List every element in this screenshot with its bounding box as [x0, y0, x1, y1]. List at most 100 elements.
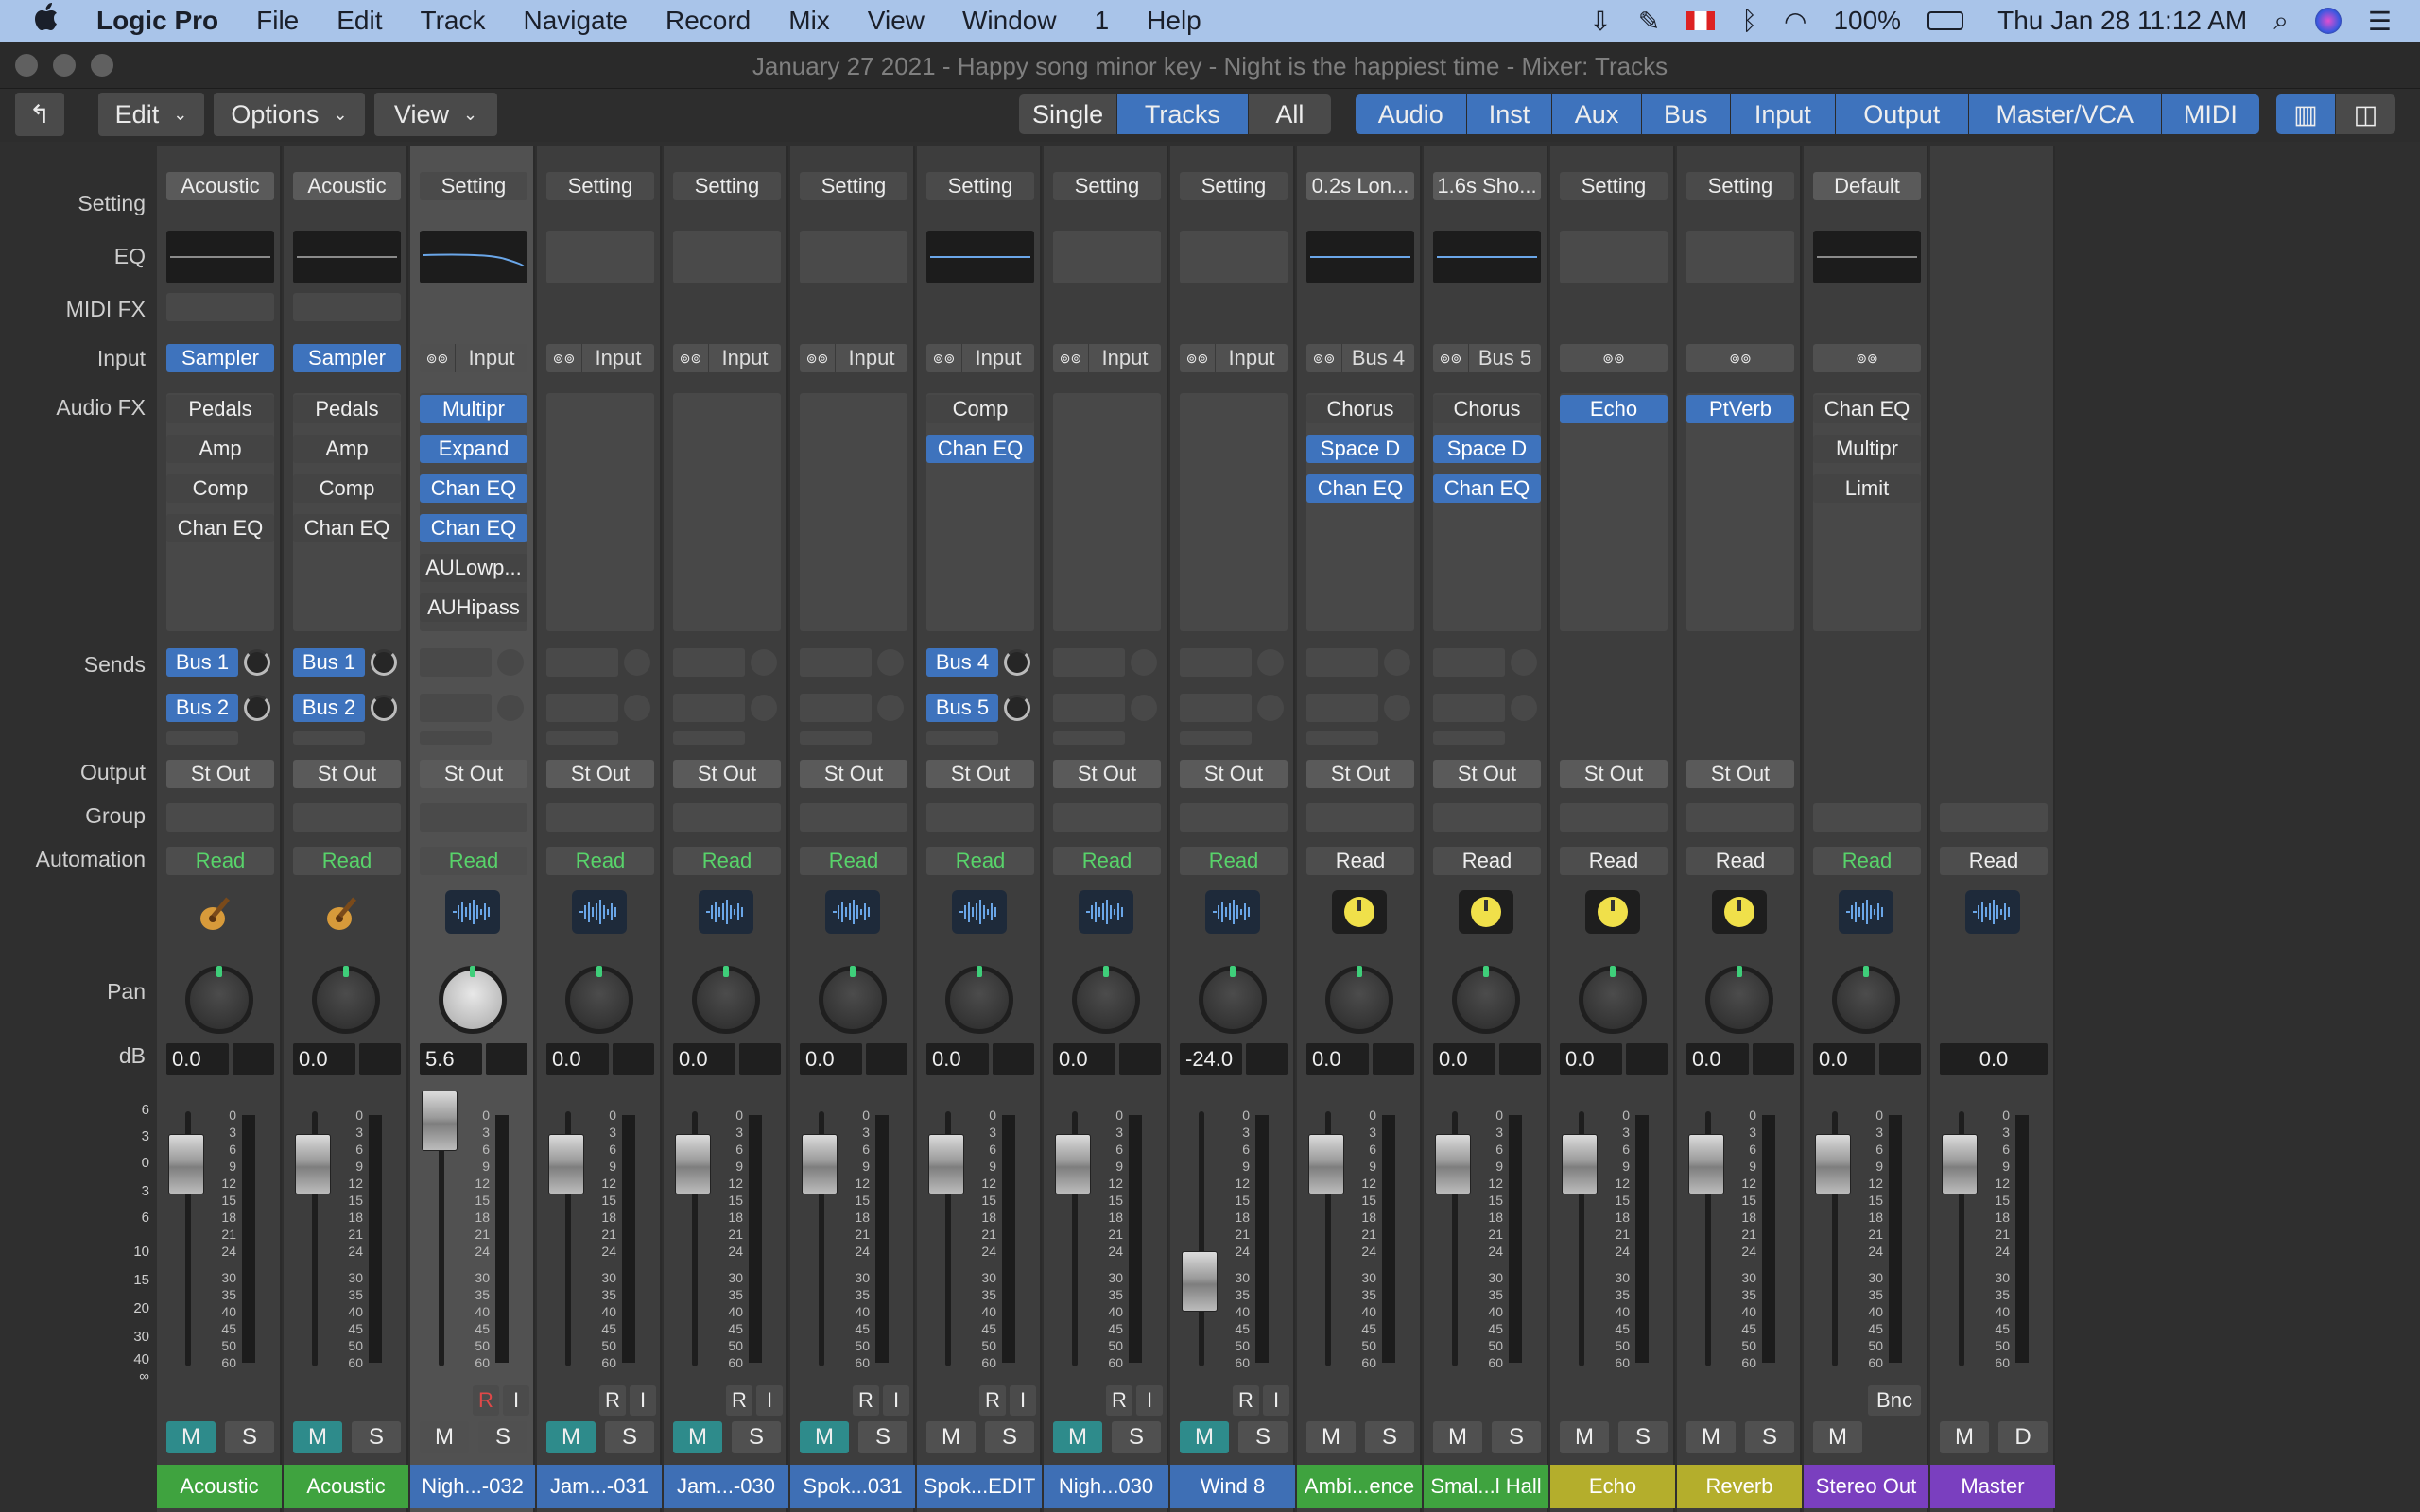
- midi-fx-slot[interactable]: [166, 293, 274, 321]
- setting-button[interactable]: 0.2s Lon...: [1306, 172, 1414, 200]
- channel-strip[interactable]: Setting ⊚⊚ PtVerb St Out Read 0.0 0 3 6 9 12 15 18 21…: [1677, 146, 1802, 1512]
- type-filter-input[interactable]: Input: [1730, 94, 1836, 134]
- channel-strip[interactable]: Setting ⊚⊚ Input Comp Chan EQ Bus 4 Bus 5 St Ou…: [917, 146, 1042, 1512]
- group-slot[interactable]: [546, 803, 654, 832]
- output-slot[interactable]: St Out: [1180, 760, 1288, 788]
- mute-button[interactable]: M: [546, 1421, 596, 1453]
- send-slot[interactable]: Bus 5: [926, 694, 998, 722]
- send-slot[interactable]: [1180, 648, 1252, 677]
- stereo-link-icon[interactable]: ⊚⊚: [1180, 344, 1216, 372]
- mute-button[interactable]: M: [1813, 1421, 1862, 1453]
- eq-display[interactable]: [293, 231, 401, 284]
- setting-button[interactable]: Setting: [673, 172, 781, 200]
- stereo-link-icon[interactable]: ⊚⊚: [800, 344, 836, 372]
- setting-button[interactable]: Setting: [1560, 172, 1668, 200]
- edit-menu-button[interactable]: Edit ⌄: [98, 93, 204, 136]
- send-slot[interactable]: [1306, 648, 1378, 677]
- track-name[interactable]: Jam...-031: [537, 1465, 662, 1508]
- volume-fader[interactable]: [168, 1134, 204, 1194]
- volume-readout[interactable]: 0.0: [1940, 1043, 2048, 1075]
- send-slot[interactable]: [1433, 694, 1505, 722]
- output-slot[interactable]: St Out: [1306, 760, 1414, 788]
- audio-fx-plugin[interactable]: AUHipass: [420, 593, 527, 622]
- automation-mode[interactable]: Read: [1306, 847, 1414, 875]
- pan-knob[interactable]: [565, 966, 633, 1034]
- audio-fx-well[interactable]: [673, 393, 781, 631]
- input-slot[interactable]: ⊚⊚: [1813, 344, 1921, 372]
- mute-button[interactable]: M: [926, 1421, 976, 1453]
- send-level-knob[interactable]: [1257, 695, 1284, 721]
- audio-fx-plugin[interactable]: Chorus: [1433, 395, 1541, 423]
- volume-fader[interactable]: [1055, 1134, 1091, 1194]
- input-monitor-button[interactable]: I: [1010, 1385, 1036, 1416]
- solo-button[interactable]: S: [858, 1421, 908, 1453]
- channel-strip[interactable]: Setting ⊚⊚ Echo St Out Read 0.0 0 3 6 9 12 15 18 21 24…: [1550, 146, 1675, 1512]
- audio-fx-plugin[interactable]: Multipr: [420, 395, 527, 423]
- input-monitor-button[interactable]: I: [630, 1385, 656, 1416]
- audio-fx-plugin[interactable]: Chan EQ: [293, 514, 401, 542]
- track-name[interactable]: Nigh...-032: [410, 1465, 535, 1508]
- options-menu-button[interactable]: Options ⌄: [214, 93, 365, 136]
- volume-fader[interactable]: [548, 1134, 584, 1194]
- volume-readout[interactable]: 0.0: [1433, 1043, 1495, 1075]
- send-level-knob[interactable]: [1004, 649, 1030, 676]
- waveform-icon[interactable]: [1079, 890, 1133, 934]
- waveform-icon[interactable]: [1965, 890, 2020, 934]
- volume-readout[interactable]: 0.0: [1053, 1043, 1115, 1075]
- stereo-link-icon[interactable]: ⊚⊚: [1686, 344, 1794, 372]
- dim-button[interactable]: D: [1998, 1421, 2048, 1453]
- waveform-icon[interactable]: [1839, 890, 1893, 934]
- setting-button[interactable]: Setting: [800, 172, 908, 200]
- audio-fx-plugin[interactable]: Chan EQ: [420, 514, 527, 542]
- solo-button[interactable]: S: [1365, 1421, 1414, 1453]
- automation-mode[interactable]: Read: [1560, 847, 1668, 875]
- input-slot[interactable]: ⊚⊚ Bus 4: [1306, 344, 1414, 372]
- audio-fx-plugin[interactable]: AULowp...: [420, 554, 527, 582]
- send-level-knob[interactable]: [751, 695, 777, 721]
- audio-fx-well[interactable]: [1306, 393, 1414, 631]
- group-slot[interactable]: [1180, 803, 1288, 832]
- mute-button[interactable]: M: [1686, 1421, 1736, 1453]
- volume-fader[interactable]: [1435, 1134, 1471, 1194]
- eq-display[interactable]: [166, 231, 274, 284]
- volume-readout[interactable]: -24.0: [1180, 1043, 1242, 1075]
- menu-item-edit[interactable]: Edit: [318, 6, 401, 36]
- send-slot[interactable]: [800, 648, 872, 677]
- automation-mode[interactable]: Read: [926, 847, 1034, 875]
- group-slot[interactable]: [926, 803, 1034, 832]
- send-slot[interactable]: [546, 731, 618, 745]
- stereo-link-icon[interactable]: ⊚⊚: [1560, 344, 1668, 372]
- record-enable-button[interactable]: R: [599, 1385, 626, 1416]
- volume-fader[interactable]: [1562, 1134, 1598, 1194]
- output-slot[interactable]: St Out: [673, 760, 781, 788]
- group-slot[interactable]: [800, 803, 908, 832]
- pan-knob[interactable]: [1072, 966, 1140, 1034]
- apple-icon[interactable]: [0, 3, 78, 39]
- send-slot[interactable]: [420, 694, 492, 722]
- filter-tracks[interactable]: Tracks: [1117, 94, 1249, 134]
- audio-fx-well[interactable]: [800, 393, 908, 631]
- automation-mode[interactable]: Read: [800, 847, 908, 875]
- setting-button[interactable]: Setting: [420, 172, 527, 200]
- audio-fx-plugin[interactable]: Chan EQ: [1433, 474, 1541, 503]
- audio-fx-well[interactable]: [1813, 393, 1921, 631]
- notification-center-icon[interactable]: ☰: [2368, 6, 2392, 37]
- eq-display[interactable]: [926, 231, 1034, 284]
- record-enable-button[interactable]: R: [726, 1385, 752, 1416]
- pan-knob[interactable]: [312, 966, 380, 1034]
- eq-display[interactable]: [673, 231, 781, 284]
- stereo-link-icon[interactable]: ⊚⊚: [546, 344, 582, 372]
- send-slot[interactable]: Bus 4: [926, 648, 998, 677]
- audio-fx-plugin[interactable]: Chorus: [1306, 395, 1414, 423]
- menu-item-track[interactable]: Track: [402, 6, 505, 36]
- volume-fader[interactable]: [1942, 1134, 1978, 1194]
- audio-fx-well[interactable]: [166, 393, 274, 631]
- stereo-link-icon[interactable]: ⊚⊚: [926, 344, 962, 372]
- send-slot[interactable]: [1433, 731, 1505, 745]
- automation-mode[interactable]: Read: [1053, 847, 1161, 875]
- stereo-link-icon[interactable]: ⊚⊚: [1433, 344, 1469, 372]
- record-enable-button[interactable]: R: [473, 1385, 499, 1416]
- type-filter-master-vca[interactable]: Master/VCA: [1968, 94, 2162, 134]
- audio-fx-plugin[interactable]: Chan EQ: [166, 514, 274, 542]
- audio-fx-plugin[interactable]: Space D: [1433, 435, 1541, 463]
